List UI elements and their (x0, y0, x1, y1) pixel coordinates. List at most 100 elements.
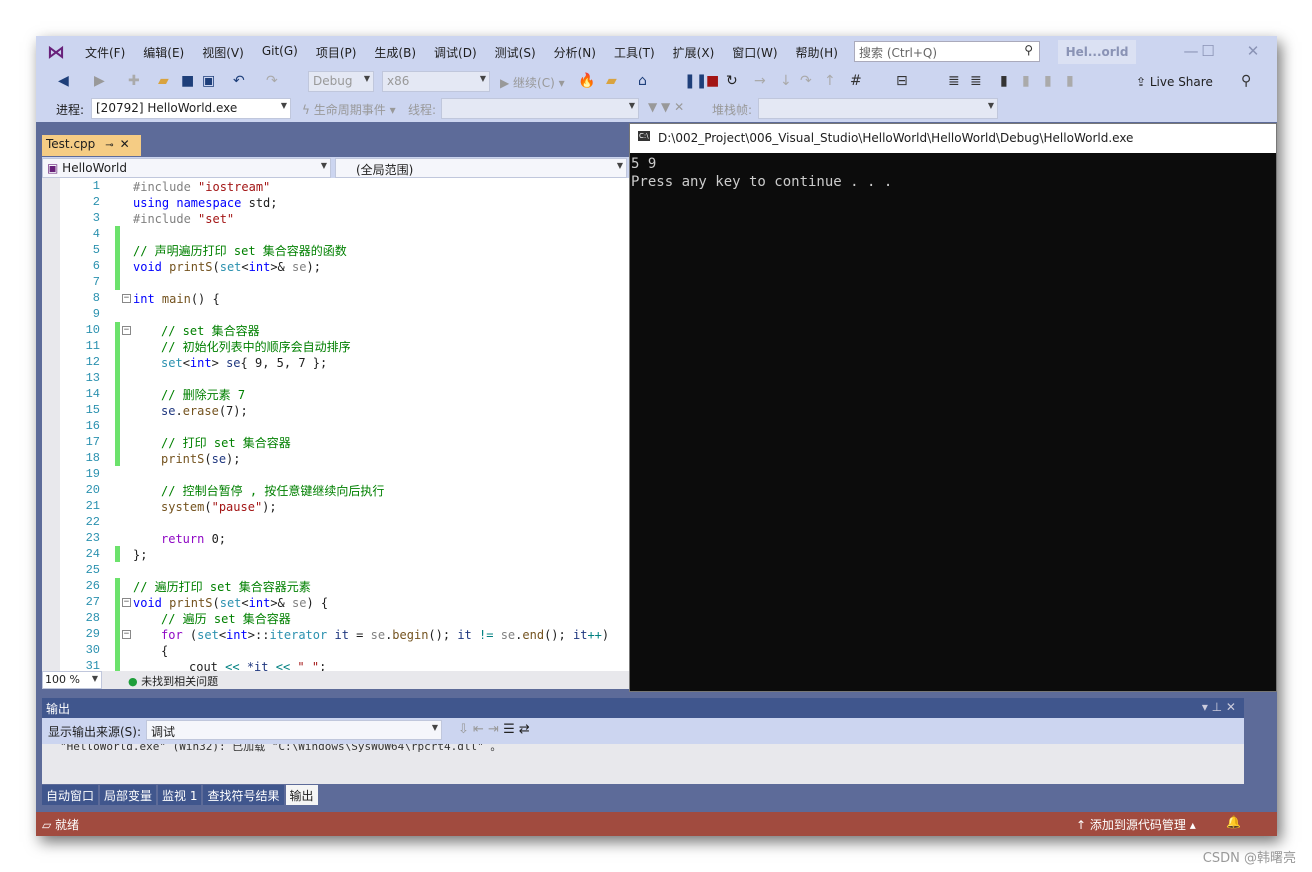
forward-icon[interactable]: ▶ (94, 73, 105, 89)
code-line: #include "iostream" (133, 179, 270, 195)
home-icon[interactable]: ⌂ (638, 73, 647, 89)
find-folder-icon[interactable]: ▰ (606, 73, 617, 89)
line-number: 21 (85, 499, 100, 513)
stop-icon[interactable]: ■ (706, 73, 719, 89)
output-toolbar-icons[interactable]: ⇩ ⇤ ⇥ ☰ ⇄ (458, 722, 530, 737)
menu-item[interactable]: 窗口(W) (723, 44, 786, 61)
undo-icon[interactable]: ↶ (233, 73, 245, 89)
menu-item[interactable]: 扩展(X) (664, 44, 724, 61)
next-bookmark-icon[interactable]: ▮ (1044, 73, 1052, 89)
code-token: int (248, 596, 271, 610)
step-over-icon[interactable]: ↷ (800, 73, 812, 89)
menu-item[interactable]: 编辑(E) (134, 44, 193, 61)
step-into-icon[interactable]: ↓ (780, 73, 792, 89)
clear-bookmarks-icon[interactable]: ▮ (1066, 73, 1074, 89)
change-marker (115, 578, 120, 671)
new-item-icon[interactable]: ✚ (128, 73, 140, 89)
continue-button[interactable]: ▶ 继续(C) ▾ (500, 74, 565, 91)
code-token: "pause" (211, 500, 263, 514)
code-token: se (370, 628, 386, 642)
menu-item[interactable]: 测试(S) (486, 44, 545, 61)
lifecycle-events-button[interactable]: ϟ 生命周期事件 ▾ (302, 101, 396, 118)
maximize-button[interactable]: ☐ (1193, 42, 1223, 60)
config-dropdown[interactable]: Debug ▼ (308, 71, 374, 92)
fold-toggle-icon[interactable]: − (122, 630, 131, 639)
indent-icon[interactable]: ≣ (948, 73, 960, 89)
menu-item[interactable]: 生成(B) (365, 44, 425, 61)
line-number: 16 (85, 419, 100, 433)
thread-icon[interactable]: ⊟ (896, 73, 908, 89)
code-token: // 打印 set 集合容器 (161, 436, 291, 450)
save-all-icon[interactable]: ▣ (202, 73, 215, 89)
menu-item[interactable]: 项目(P) (307, 44, 366, 61)
bottom-tab[interactable]: 查找符号结果 (203, 785, 284, 805)
bottom-tab[interactable]: 自动窗口 (42, 785, 99, 805)
live-share-button[interactable]: ⇪ Live Share (1136, 75, 1213, 89)
menu-item[interactable]: Git(G) (253, 44, 307, 61)
line-number: 2 (92, 195, 100, 209)
line-number: 3 (92, 211, 100, 225)
bottom-tab[interactable]: 监视 1 (158, 785, 202, 805)
prev-bookmark-icon[interactable]: ▮ (1022, 73, 1030, 89)
restart-icon[interactable]: ↻ (726, 73, 738, 89)
scope-dropdown[interactable]: (全局范围) ▼ (335, 158, 627, 178)
filter-icon[interactable]: ▼ ▼ ✕ (648, 100, 684, 114)
notification-bell-icon[interactable]: 🔔 (1226, 815, 1241, 829)
fold-toggle-icon[interactable]: − (122, 294, 131, 303)
close-button[interactable]: ✕ (1238, 42, 1268, 60)
step-out-icon[interactable]: ↑ (824, 73, 836, 89)
code-editor[interactable]: 1 #include "iostream" 2 using namespace std… (42, 178, 630, 671)
code-line: se.erase(7); (161, 403, 248, 419)
platform-dropdown[interactable]: x86 ▼ (382, 71, 490, 92)
code-token: 0; (211, 532, 227, 546)
code-line: printS(se); (161, 451, 241, 467)
redo-icon[interactable]: ↷ (266, 73, 278, 89)
open-folder-icon[interactable]: ▰ (158, 73, 169, 89)
tab-test-cpp[interactable]: Test.cpp ⊸ ✕ (42, 135, 141, 156)
line-number: 10 (85, 323, 100, 337)
menu-item[interactable]: 分析(N) (545, 44, 605, 61)
zoom-dropdown[interactable]: 100 % ▼ (42, 671, 102, 689)
menu-item[interactable]: 文件(F) (76, 44, 134, 61)
breakpoints-icon[interactable]: # (850, 73, 862, 89)
feedback-icon[interactable]: ⚲ (1241, 73, 1251, 89)
thread-dropdown[interactable]: ▼ (441, 98, 639, 119)
stack-frame-dropdown[interactable]: ▼ (758, 98, 998, 119)
console-window[interactable]: C:\ D:\002_Project\006_Visual_Studio\Hell… (629, 123, 1277, 692)
pin-icon[interactable]: ⊸ (105, 140, 113, 151)
show-next-statement-icon[interactable]: → (754, 73, 766, 89)
fold-toggle-icon[interactable]: − (122, 326, 131, 335)
process-dropdown[interactable]: [20792] HelloWorld.exe ▼ (91, 98, 291, 119)
comment-icon[interactable]: ≣ (970, 73, 982, 89)
menu-item[interactable]: 视图(V) (193, 44, 253, 61)
line-number: 14 (85, 387, 100, 401)
code-token: (); (428, 628, 458, 642)
menu-item[interactable]: 调试(D) (425, 44, 486, 61)
panel-controls-icon[interactable]: ▾ ⊥ ✕ (1202, 700, 1236, 714)
console-icon: C:\ (638, 131, 650, 141)
menu-item[interactable]: 帮助(H) (787, 44, 847, 61)
bookmark-icon[interactable]: ▮ (1000, 73, 1008, 89)
bottom-tab[interactable]: 局部变量 (100, 785, 157, 805)
code-line: // 控制台暂停 , 按任意键继续向后执行 (161, 483, 384, 499)
close-tab-icon[interactable]: ✕ (120, 137, 130, 151)
issues-indicator[interactable]: ● 未找到相关问题 (128, 673, 218, 689)
menu-item[interactable]: 工具(T) (605, 44, 664, 61)
line-number: 15 (85, 403, 100, 417)
output-text[interactable]: "HelloWorld.exe" (Win32): 已加载 "C:\Window… (42, 744, 1244, 784)
save-icon[interactable]: ■ (181, 73, 194, 89)
code-line: system("pause"); (161, 499, 277, 515)
search-input[interactable]: 搜索 (Ctrl+Q) ⚲ (854, 41, 1040, 62)
output-source-dropdown[interactable]: 调试 ▼ (146, 720, 442, 740)
bottom-tab[interactable]: 输出 (285, 785, 318, 805)
project-dropdown[interactable]: ▣ HelloWorld ▼ (42, 158, 331, 178)
code-token: iterator (269, 628, 335, 642)
code-token: set (197, 628, 219, 642)
add-to-source-control-button[interactable]: ↑ 添加到源代码管理 ▴ (1076, 816, 1196, 833)
code-line: cout << *it << " "; (189, 659, 326, 671)
back-icon[interactable]: ◀ (58, 73, 69, 89)
pause-icon[interactable]: ❚❚ (684, 73, 707, 89)
fold-toggle-icon[interactable]: − (122, 598, 131, 607)
code-token: int (189, 356, 212, 370)
hot-reload-icon[interactable]: 🔥 (578, 73, 595, 89)
